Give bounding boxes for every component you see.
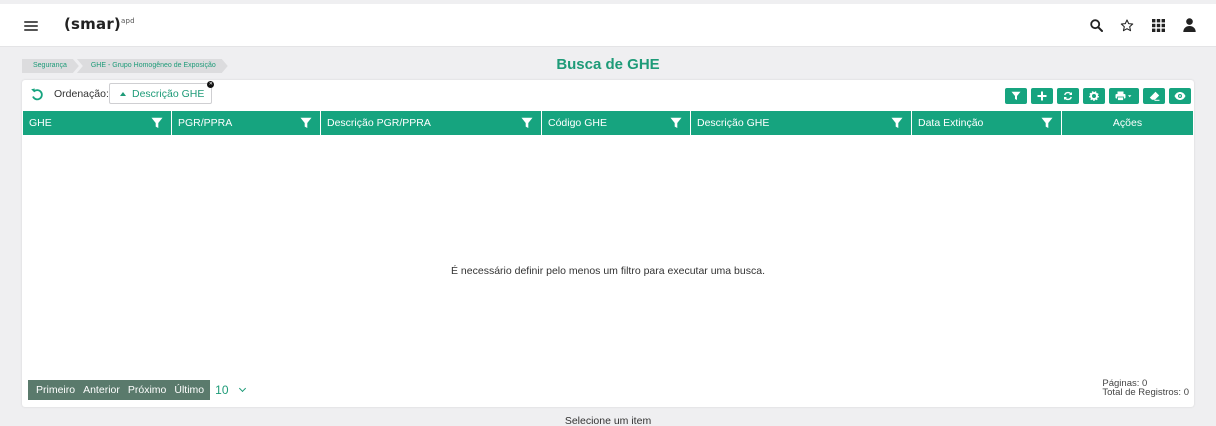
- filter-icon[interactable]: [670, 117, 682, 129]
- page-info: Páginas: 0 Total de Registros: 0: [1102, 379, 1189, 398]
- column-header-pgr-ppra[interactable]: PGR/PPRA: [172, 111, 321, 135]
- filter-icon[interactable]: [151, 117, 163, 129]
- column-label: Descrição PGR/PPRA: [327, 117, 431, 129]
- toolbar: [1005, 88, 1191, 104]
- eraser-button[interactable]: [1143, 88, 1165, 104]
- column-label: GHE: [29, 117, 52, 129]
- view-button[interactable]: [1169, 88, 1191, 104]
- column-header-descricao-pgr-ppra[interactable]: Descrição PGR/PPRA: [321, 111, 542, 135]
- column-label: Ações: [1112, 117, 1143, 129]
- top-bar: (smar)apd: [0, 4, 1216, 47]
- chevron-down-icon: [238, 384, 246, 393]
- search-icon[interactable]: [1089, 18, 1103, 32]
- filter-icon[interactable]: [1041, 117, 1053, 129]
- undo-icon[interactable]: [30, 86, 44, 101]
- page-title: Busca de GHE: [556, 56, 660, 73]
- last-page-button[interactable]: Último: [170, 380, 210, 400]
- user-icon[interactable]: [1182, 18, 1196, 32]
- sort-label: Ordenação:: [54, 88, 109, 100]
- menu-icon[interactable]: [24, 21, 38, 31]
- pagination: Primeiro Anterior Próximo Último 10: [28, 380, 249, 400]
- settings-button[interactable]: [1083, 88, 1105, 104]
- filter-button[interactable]: [1005, 88, 1027, 104]
- column-header-data-extincao[interactable]: Data Extinção: [912, 111, 1062, 135]
- next-page-button[interactable]: Próximo: [124, 380, 171, 400]
- column-header-acoes: Ações: [1062, 111, 1193, 135]
- column-label: Descrição GHE: [697, 117, 770, 129]
- filter-icon[interactable]: [300, 117, 312, 129]
- page-size-select[interactable]: 10: [210, 380, 249, 400]
- column-label: Código GHE: [548, 117, 607, 129]
- column-header-descricao-ghe[interactable]: Descrição GHE: [691, 111, 912, 135]
- previous-page-button[interactable]: Anterior: [79, 380, 124, 400]
- logo[interactable]: (smar)apd: [64, 15, 135, 33]
- empty-state-message: É necessário definir pelo menos um filtr…: [451, 265, 765, 277]
- sort-ascending-icon: [120, 91, 126, 96]
- print-dropdown-button[interactable]: [1109, 88, 1139, 104]
- page-size-value: 10: [215, 383, 229, 397]
- remove-sort-icon[interactable]: ✕: [207, 81, 215, 88]
- status-message: Selecione um item: [564, 415, 652, 426]
- refresh-button[interactable]: [1057, 88, 1079, 104]
- filter-icon[interactable]: [521, 117, 533, 129]
- search-panel: Ordenação: Descrição GHE ✕ GHE PGR/PPRA …: [22, 80, 1194, 407]
- filter-icon[interactable]: [891, 117, 903, 129]
- column-label: Data Extinção: [918, 117, 984, 129]
- top-icons: [1089, 18, 1196, 32]
- column-header-codigo-ghe[interactable]: Código GHE: [542, 111, 691, 135]
- total-records: Total de Registros: 0: [1102, 387, 1189, 398]
- column-header-ghe[interactable]: GHE: [23, 111, 172, 135]
- first-page-button[interactable]: Primeiro: [28, 380, 79, 400]
- star-icon[interactable]: [1120, 18, 1134, 32]
- table-header: GHE PGR/PPRA Descrição PGR/PPRA Código G…: [23, 111, 1193, 135]
- add-button[interactable]: [1031, 88, 1053, 104]
- apps-grid-icon[interactable]: [1151, 18, 1165, 32]
- sort-value: Descrição GHE: [132, 87, 205, 100]
- sort-chip[interactable]: Descrição GHE ✕: [109, 81, 215, 104]
- column-label: PGR/PPRA: [178, 117, 233, 129]
